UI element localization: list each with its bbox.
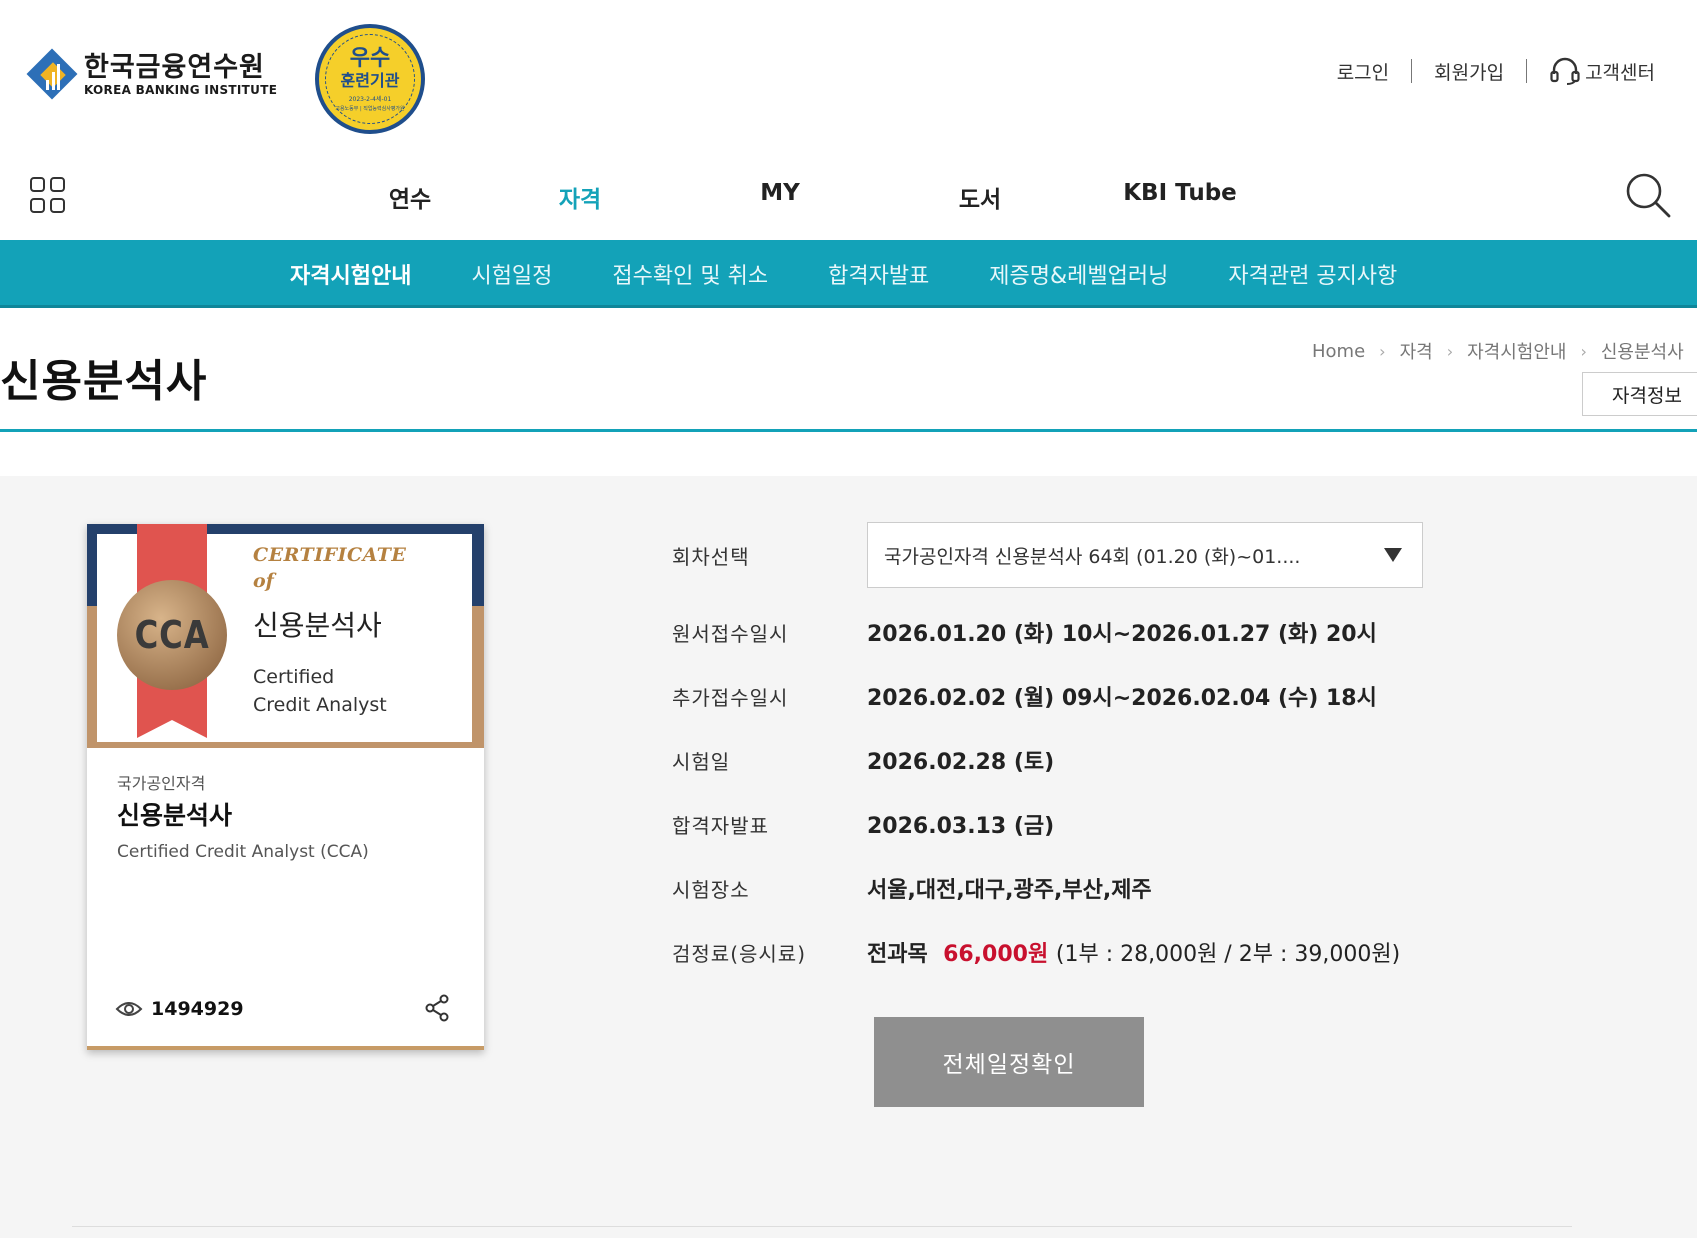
divider — [1411, 59, 1413, 83]
view-count-value: 1494929 — [151, 998, 244, 1020]
detail-value: 2026.02.02 (월) 09시~2026.02.04 (수) 18시 — [867, 686, 1377, 711]
nav-training[interactable]: 연수 — [340, 180, 480, 214]
nav-my[interactable]: MY — [680, 180, 880, 214]
fee-prefix: 전과목 — [867, 942, 928, 967]
session-select[interactable]: 국가공인자격 신용분석사 64회 (01.20 (화)~01.... — [867, 522, 1423, 588]
session-label: 회차선택 — [672, 544, 750, 569]
utility-menu: 로그인 회원가입 고객센터 — [1337, 56, 1655, 86]
divider — [1526, 59, 1528, 83]
detail-value: 2026.02.28 (토) — [867, 750, 1055, 775]
dropdown-arrow-icon — [1384, 548, 1402, 562]
detail-row: 합격자발표 2026.03.13 (금) — [672, 808, 1572, 840]
detail-value: 2026.01.20 (화) 10시~2026.01.27 (화) 20시 — [867, 622, 1377, 647]
sub-nav: 자격시험안내 시험일정 접수확인 및 취소 합격자발표 제증명&레벨업러닝 자격… — [0, 240, 1697, 308]
chevron-right-icon: › — [1379, 341, 1386, 361]
detail-label: 합격자발표 — [672, 813, 769, 838]
fee-detail: (1부 : 28,000원 / 2부 : 39,000원) — [1055, 942, 1401, 967]
certificate-card: CCA CERTIFICATE of 신용분석사 Certified Credi… — [87, 524, 484, 1050]
cert-name: 신용분석사 — [117, 801, 233, 830]
site-header: 한국금융연수원 KOREA BANKING INSTITUTE 우수 훈련기관 … — [0, 0, 1697, 240]
detail-value: 2026.03.13 (금) — [867, 814, 1055, 839]
session-selected-value: 국가공인자격 신용분석사 64회 (01.20 (화)~01.... — [884, 545, 1301, 568]
cert-info-button[interactable]: 자격정보 — [1582, 372, 1697, 416]
page-title: 신용분석사 — [0, 356, 208, 407]
detail-row: 시험장소 서울,대전,대구,광주,부산,제주 — [672, 872, 1572, 904]
nav-certification[interactable]: 자격 — [480, 180, 680, 214]
lnb-registration-check[interactable]: 접수확인 및 취소 — [582, 258, 798, 290]
cca-seal: CCA — [117, 580, 227, 690]
breadcrumb-home[interactable]: Home — [1312, 341, 1365, 362]
detail-row: 추가접수일시 2026.02.02 (월) 09시~2026.02.04 (수)… — [672, 680, 1572, 712]
logo-korean-name: 한국금융연수원 — [84, 52, 265, 83]
session-row: 회차선택 국가공인자격 신용분석사 64회 (01.20 (화)~01.... — [672, 522, 1572, 588]
section-divider — [72, 1226, 1572, 1227]
lnb-exam-guide[interactable]: 자격시험안내 — [260, 258, 441, 290]
detail-label: 추가접수일시 — [672, 685, 789, 710]
customer-center-link[interactable]: 고객센터 — [1549, 56, 1655, 86]
login-link[interactable]: 로그인 — [1337, 58, 1389, 85]
main-nav: 연수 자격 MY 도서 KBI Tube — [340, 180, 1280, 214]
search-icon[interactable] — [1623, 170, 1673, 220]
breadcrumb: Home › 자격 › 자격시험안내 › 신용분석사 — [1312, 338, 1684, 364]
headset-icon — [1550, 57, 1580, 85]
nav-kbi-tube[interactable]: KBI Tube — [1080, 180, 1280, 214]
detail-label: 시험장소 — [672, 877, 750, 902]
eye-icon — [115, 1002, 143, 1016]
share-icon[interactable] — [424, 994, 450, 1022]
view-count: 1494929 — [115, 998, 244, 1020]
certificate-image: CCA CERTIFICATE of 신용분석사 Certified Credi… — [87, 524, 484, 748]
lnb-certificates[interactable]: 제증명&레벨업러닝 — [959, 258, 1198, 290]
title-divider — [0, 429, 1697, 432]
nav-books[interactable]: 도서 — [880, 180, 1080, 214]
excellent-training-badge: 우수 훈련기관 2023-2-4세-01 고용노동부 | 직업능력심사평가원 — [315, 24, 425, 134]
detail-row: 원서접수일시 2026.01.20 (화) 10시~2026.01.27 (화)… — [672, 616, 1572, 648]
site-logo[interactable]: 한국금융연수원 KOREA BANKING INSTITUTE — [26, 48, 278, 100]
fee-label: 검정료(응시료) — [672, 941, 807, 966]
detail-label: 원서접수일시 — [672, 621, 789, 646]
chevron-right-icon: › — [1580, 341, 1587, 361]
lnb-exam-schedule[interactable]: 시험일정 — [441, 258, 582, 290]
main-content: CCA CERTIFICATE of 신용분석사 Certified Credi… — [0, 476, 1697, 1238]
lnb-notices[interactable]: 자격관련 공지사항 — [1198, 258, 1427, 290]
full-schedule-button[interactable]: 전체일정확인 — [874, 1017, 1144, 1107]
customer-center-label: 고객센터 — [1585, 61, 1655, 84]
breadcrumb-current[interactable]: 신용분석사 — [1601, 338, 1684, 364]
detail-row: 시험일 2026.02.28 (토) — [672, 744, 1572, 776]
detail-label: 시험일 — [672, 749, 731, 774]
fee-amount: 66,000원 — [943, 942, 1049, 967]
fee-row: 검정료(응시료) 전과목 66,000원 (1부 : 28,000원 / 2부 … — [672, 936, 1572, 968]
detail-value: 서울,대전,대구,광주,부산,제주 — [867, 878, 1152, 903]
cert-category: 국가공인자격 — [117, 774, 206, 793]
signup-link[interactable]: 회원가입 — [1434, 58, 1504, 85]
all-menu-icon[interactable] — [30, 177, 66, 213]
cert-english-name: Certified Credit Analyst (CCA) — [117, 842, 369, 862]
breadcrumb-item[interactable]: 자격 — [1400, 338, 1433, 364]
breadcrumb-item[interactable]: 자격시험안내 — [1467, 338, 1566, 364]
kbi-logo-icon — [26, 48, 78, 100]
chevron-right-icon: › — [1446, 341, 1454, 361]
lnb-results[interactable]: 합격자발표 — [798, 258, 959, 290]
logo-english-name: KOREA BANKING INSTITUTE — [84, 83, 278, 97]
fee-value: 전과목 66,000원 (1부 : 28,000원 / 2부 : 39,000원… — [867, 936, 1400, 968]
